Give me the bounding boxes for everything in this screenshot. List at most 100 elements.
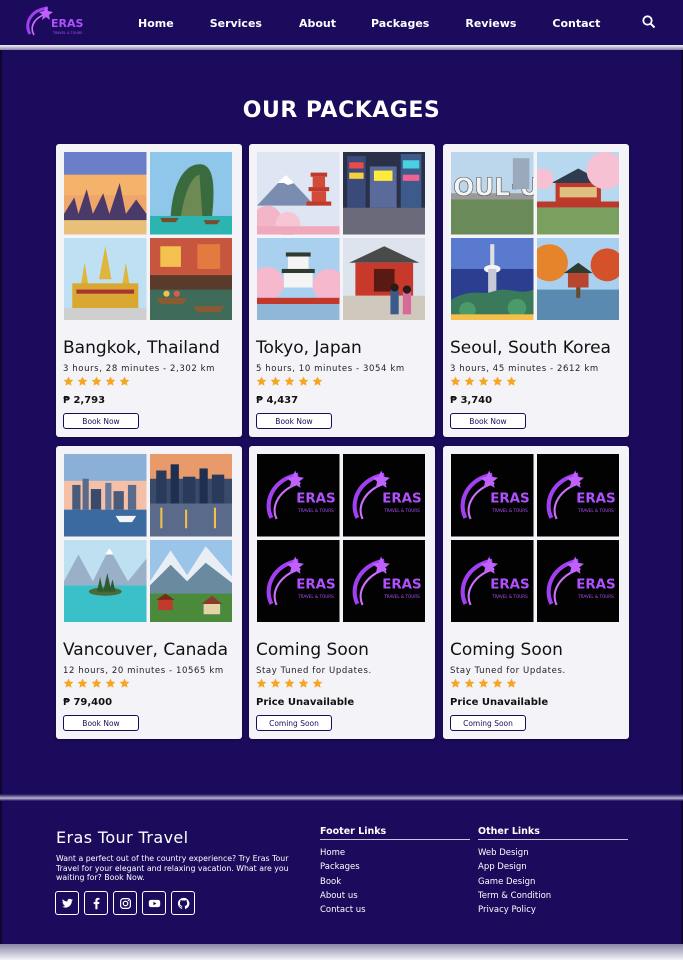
star-icon [506, 678, 517, 689]
star-rating [450, 376, 517, 387]
nav-reviews[interactable]: Reviews [465, 17, 516, 30]
nav-contact[interactable]: Contact [552, 17, 600, 30]
section-title: OUR PACKAGES [242, 98, 441, 123]
star-icon [312, 678, 323, 689]
package-card: OUL·U Seoul, South Korea 3 hours, 45 min… [443, 144, 629, 437]
youtube-icon[interactable] [142, 891, 166, 915]
star-icon [119, 678, 130, 689]
package-title: Coming Soon [450, 640, 563, 660]
photo-mountain-village [149, 539, 232, 622]
star-rating [63, 678, 130, 689]
package-title: Coming Soon [256, 640, 369, 660]
other-link-game-design[interactable]: Game Design [478, 877, 628, 891]
star-rating [450, 678, 517, 689]
search-icon[interactable] [641, 14, 657, 30]
star-icon [63, 376, 74, 387]
photo-eras-logo: ERAS TRAVEL & TOURS [342, 454, 425, 537]
package-flight-info: 12 hours, 20 minutes - 10565 km [63, 666, 224, 676]
nav-services[interactable]: Services [210, 17, 262, 30]
social-links [55, 891, 195, 915]
photo-vancouver-skyline [64, 454, 147, 537]
nav-home[interactable]: Home [138, 17, 174, 30]
photo-lake-island [64, 539, 147, 622]
book-now-button[interactable]: Book Now [256, 413, 332, 429]
svg-text:TRAVEL & TOURS: TRAVEL & TOURS [491, 593, 528, 598]
nav-about[interactable]: About [299, 17, 336, 30]
package-flight-info: Stay Tuned for Updates. [450, 666, 566, 676]
star-icon [492, 678, 503, 689]
star-icon [450, 678, 461, 689]
footer-link-contact[interactable]: Contact us [320, 905, 470, 919]
package-card: ERAS TRAVEL & TOURS ERAS TRAVEL & TOURS ERAS… [443, 446, 629, 739]
svg-text:TRAVEL & TOURS: TRAVEL & TOURS [383, 508, 420, 513]
footer-link-home[interactable]: Home [320, 848, 470, 862]
other-links-column: Other Links Web Design App Design Game D… [478, 826, 628, 919]
other-link-terms[interactable]: Term & Condition [478, 891, 628, 905]
twitter-icon[interactable] [55, 891, 79, 915]
package-card: ERAS TRAVEL & TOURS ERAS TRAVEL & TOURS ERAS… [249, 446, 435, 739]
footer-divider [0, 794, 683, 801]
star-icon [506, 376, 517, 387]
coming-soon-button[interactable]: Coming Soon [256, 715, 332, 731]
instagram-icon[interactable] [113, 891, 137, 915]
nav-packages[interactable]: Packages [371, 17, 429, 30]
star-icon [91, 376, 102, 387]
photo-collage: ERAS TRAVEL & TOURS ERAS TRAVEL & TOURS ERAS… [257, 454, 425, 622]
star-icon [256, 678, 267, 689]
package-title: Tokyo, Japan [256, 338, 362, 358]
other-link-web-design[interactable]: Web Design [478, 848, 628, 862]
star-icon [270, 678, 281, 689]
photo-eras-logo: ERAS TRAVEL & TOURS [536, 539, 619, 622]
package-title: Vancouver, Canada [63, 640, 229, 660]
star-icon [298, 376, 309, 387]
star-icon [256, 376, 267, 387]
star-icon [105, 678, 116, 689]
book-now-button[interactable]: Book Now [450, 413, 526, 429]
photo-eras-logo: ERAS TRAVEL & TOURS [257, 539, 340, 622]
package-flight-info: 5 hours, 10 minutes - 3054 km [256, 364, 405, 374]
book-now-button[interactable]: Book Now [63, 715, 139, 731]
package-card: Vancouver, Canada 12 hours, 20 minutes -… [56, 446, 242, 739]
svg-text:TRAVEL & TOURS: TRAVEL & TOURS [297, 593, 334, 598]
star-icon [105, 376, 116, 387]
brand-logo[interactable]: ERAS TRAVEL & TOURS [20, 4, 88, 40]
photo-collage [257, 152, 425, 320]
star-icon [63, 678, 74, 689]
photo-grand-palace [64, 237, 147, 320]
footer-link-about[interactable]: About us [320, 891, 470, 905]
footer-link-packages[interactable]: Packages [320, 862, 470, 876]
package-card: Tokyo, Japan 5 hours, 10 minutes - 3054 … [249, 144, 435, 437]
svg-text:ERAS: ERAS [296, 491, 335, 506]
star-icon [284, 376, 295, 387]
star-icon [478, 376, 489, 387]
star-rating [63, 376, 130, 387]
svg-text:TRAVEL & TOURS: TRAVEL & TOURS [491, 508, 528, 513]
coming-soon-button[interactable]: Coming Soon [450, 715, 526, 731]
footer-description: Want a perfect out of the country experi… [56, 854, 289, 882]
other-link-app-design[interactable]: App Design [478, 862, 628, 876]
facebook-icon[interactable] [84, 891, 108, 915]
logo-subtext: TRAVEL & TOURS [52, 31, 82, 35]
package-price: ₱ 2,793 [63, 395, 106, 406]
svg-text:ERAS: ERAS [490, 491, 529, 506]
star-icon [478, 678, 489, 689]
github-icon[interactable] [171, 891, 195, 915]
star-icon [77, 376, 88, 387]
package-price: ₱ 3,740 [450, 395, 493, 406]
footer-link-book[interactable]: Book [320, 877, 470, 891]
footer-bottom-bar [0, 944, 683, 960]
svg-text:TRAVEL & TOURS: TRAVEL & TOURS [577, 508, 614, 513]
package-flight-info: 3 hours, 45 minutes - 2612 km [450, 364, 599, 374]
photo-collage [64, 152, 232, 320]
top-navbar: ERAS TRAVEL & TOURS Home Services About … [0, 0, 683, 46]
photo-shinjuku-street [342, 152, 425, 235]
other-link-privacy[interactable]: Privacy Policy [478, 905, 628, 919]
star-icon [77, 678, 88, 689]
package-flight-info: Stay Tuned for Updates. [256, 666, 372, 676]
star-icon [450, 376, 461, 387]
main-nav: Home Services About Packages Reviews Con… [124, 0, 600, 46]
svg-text:ERAS: ERAS [576, 491, 615, 506]
book-now-button[interactable]: Book Now [63, 413, 139, 429]
photo-autumn-pavilion [536, 237, 619, 320]
footer-links-title: Footer Links [320, 826, 470, 840]
